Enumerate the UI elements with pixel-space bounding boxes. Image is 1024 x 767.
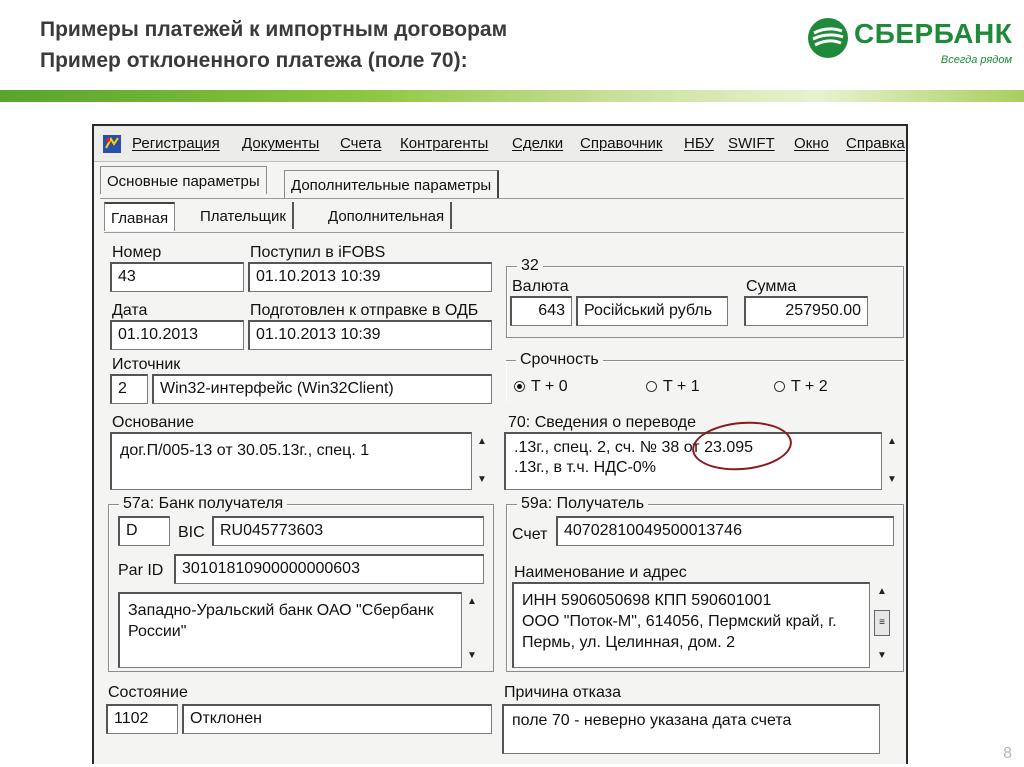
basis-scroll-down-icon[interactable]: ▼ [474, 474, 490, 485]
name-address-scroll-up-icon[interactable]: ▲ [874, 586, 890, 597]
currency-code-field[interactable]: 643 [510, 296, 572, 326]
menu-bar: Регистрация Документы Счета Контрагенты … [94, 126, 906, 162]
bic-field[interactable]: RU045773603 [212, 516, 484, 546]
state-code-field[interactable]: 1102 [106, 704, 178, 734]
number-field[interactable]: 43 [110, 262, 244, 292]
currency-label: Валюта [512, 278, 569, 295]
page-number: 8 [1003, 745, 1012, 762]
date-label: Дата [112, 302, 148, 319]
tab-main-params[interactable]: Основные параметры [100, 166, 267, 194]
tab-general[interactable]: Главная [104, 202, 176, 231]
tab-additional[interactable]: Дополнительная [322, 202, 453, 229]
account-field[interactable]: 40702810049500013746 [556, 516, 894, 546]
source-label: Источник [112, 356, 181, 373]
date-field[interactable]: 01.10.2013 [110, 320, 244, 350]
number-label: Номер [112, 244, 162, 261]
bank-name-scroll-down-icon[interactable]: ▼ [464, 650, 480, 661]
menu-reference[interactable]: Справочник [580, 135, 663, 152]
slide-title-line1: Примеры платежей к импортным договорам [40, 18, 508, 41]
name-address-line2: ООО "Поток-М", 614056, Пермский край, г.… [522, 613, 837, 651]
source-code-field[interactable]: 2 [110, 374, 148, 404]
slide-title: Примеры платежей к импортным договорам П… [40, 14, 507, 76]
urgency-option-t2-label: T + 2 [791, 378, 828, 395]
tab-divider [100, 198, 904, 199]
urgency-option-t1-label: T + 1 [663, 378, 700, 395]
prepared-label: Подготовлен к отправке в ОДБ [250, 302, 479, 319]
urgency-option-t0-label: T + 0 [531, 378, 568, 395]
amount-label: Сумма [746, 278, 797, 295]
reject-reason-field[interactable]: поле 70 - неверно указана дата счета [502, 704, 880, 754]
menu-help[interactable]: Справка [846, 135, 905, 152]
account-label: Счет [512, 526, 548, 543]
menu-nbu[interactable]: НБУ [684, 135, 714, 152]
name-address-label: Наименование и адрес [514, 564, 687, 581]
prepared-field[interactable]: 01.10.2013 10:39 [248, 320, 492, 350]
parid-label: Par ID [118, 562, 164, 579]
bic-label: BIC [178, 524, 205, 541]
bank-57a-name-field[interactable]: Западно-Уральский банк ОАО "Сбербанк Рос… [118, 592, 462, 668]
urgency-option-t0[interactable]: T + 0 [514, 378, 568, 396]
radio-selected-icon [514, 381, 525, 392]
basis-label: Основание [112, 414, 195, 431]
source-field[interactable]: Win32-интерфейс (Win32Client) [152, 374, 492, 404]
name-address-scroll-thumb[interactable]: ≡ [874, 610, 890, 636]
bank-name-scroll-up-icon[interactable]: ▲ [464, 596, 480, 607]
name-address-field[interactable]: ИНН 5906050698 КПП 590601001 ООО "Поток-… [512, 582, 870, 668]
name-address-scroll-down-icon[interactable]: ▼ [874, 650, 890, 661]
tab-extra-params[interactable]: Дополнительные параметры [284, 170, 500, 198]
group-32-title: 32 [517, 256, 543, 276]
name-address-line1: ИНН 5906050698 КПП 590601001 [522, 592, 772, 609]
app-icon[interactable] [102, 134, 122, 154]
urgency-option-t2[interactable]: T + 2 [774, 378, 828, 396]
sberbank-logo-icon [808, 18, 848, 58]
sberbank-logo: СБЕРБАНК Всегда рядом [806, 16, 1016, 72]
decorative-band [0, 90, 1024, 102]
radio-icon [646, 381, 657, 392]
menu-registration[interactable]: Регистрация [132, 135, 220, 152]
menu-deals[interactable]: Сделки [512, 135, 563, 152]
received-field[interactable]: 01.10.2013 10:39 [248, 262, 492, 292]
urgency-option-t1[interactable]: T + 1 [646, 378, 700, 396]
basis-field[interactable]: дог.П/005-13 от 30.05.13г., спец. 1 [110, 432, 472, 490]
field70-scroll-down-icon[interactable]: ▼ [884, 474, 900, 485]
field70-scroll-up-icon[interactable]: ▲ [884, 436, 900, 447]
brand-slogan: Всегда рядом [940, 54, 1012, 66]
bank-57a-title: 57а: Банк получателя [119, 494, 288, 514]
brand-name: СБЕРБАНК [854, 18, 1013, 49]
menu-documents[interactable]: Документы [242, 135, 319, 152]
urgency-title: Срочность [516, 350, 603, 370]
reject-reason-label: Причина отказа [504, 684, 621, 701]
subtab-divider [104, 232, 904, 233]
received-label: Поступил в iFOBS [250, 244, 386, 261]
recipient-59a-title: 59а: Получатель [517, 494, 649, 514]
parid-field[interactable]: 30101810900000000603 [174, 554, 484, 584]
basis-scroll-up-icon[interactable]: ▲ [474, 436, 490, 447]
radio-icon [774, 381, 785, 392]
tab-payer[interactable]: Плательщик [194, 202, 294, 229]
field70-line2: .13г., в т.ч. НДС-0% [514, 459, 657, 476]
slide-title-line2: Пример отклоненного платежа (поле 70): [40, 49, 468, 72]
field70-field[interactable]: .13г., спец. 2, сч. № 38 от 23.095 .13г.… [504, 432, 882, 490]
menu-window[interactable]: Окно [794, 135, 829, 152]
menu-swift[interactable]: SWIFT [728, 135, 775, 152]
amount-field[interactable]: 257950.00 [744, 296, 868, 326]
state-field[interactable]: Отклонен [182, 704, 492, 734]
menu-accounts[interactable]: Счета [340, 135, 381, 152]
currency-name-field[interactable]: Російський рубль [576, 296, 728, 326]
field70-label: 70: Сведения о переводе [508, 414, 697, 431]
menu-counterparties[interactable]: Контрагенты [400, 135, 488, 152]
bank-57a-code-field[interactable]: D [118, 516, 170, 546]
state-label: Состояние [108, 684, 188, 701]
